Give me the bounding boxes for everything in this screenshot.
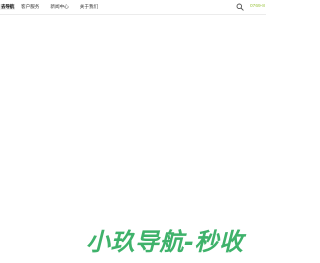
page: 去导航 客户服务 新闻中心 关于我们 0769-8 小玖导航-秒收 [0, 0, 266, 263]
main-nav: 客户服务 新闻中心 关于我们 [21, 4, 98, 10]
site-logo[interactable]: 去导航 [0, 4, 16, 10]
phone-number: 0769-8 [250, 4, 265, 9]
site-header: 去导航 客户服务 新闻中心 关于我们 0769-8 [0, 0, 266, 15]
search-icon[interactable] [236, 3, 244, 11]
nav-item-about-us[interactable]: 关于我们 [80, 4, 98, 10]
nav-item-customer-service[interactable]: 客户服务 [21, 4, 39, 10]
nav-item-news-center[interactable]: 新闻中心 [50, 4, 68, 10]
banner-headline: 小玖导航-秒收 [86, 228, 244, 256]
